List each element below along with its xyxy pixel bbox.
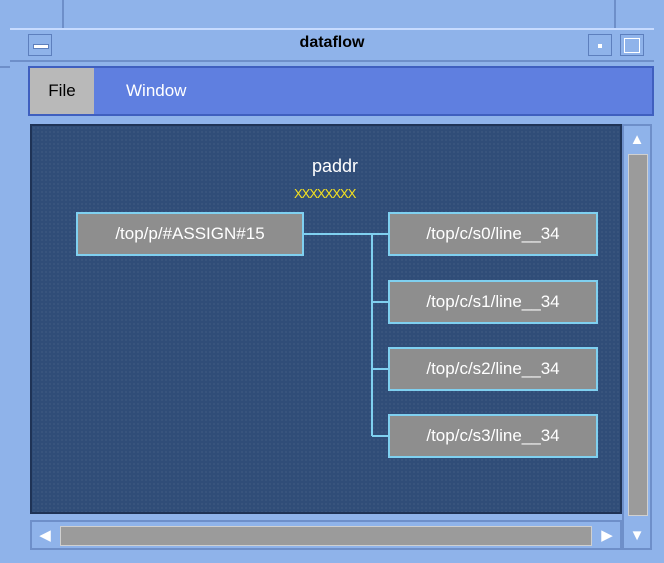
menu-bar: File Window <box>28 66 654 116</box>
frame-divider <box>614 0 616 28</box>
arrow-left-icon[interactable]: ◀ <box>32 522 58 548</box>
minimize-icon[interactable] <box>588 34 612 56</box>
maximize-icon[interactable] <box>620 34 644 56</box>
dataflow-canvas[interactable]: paddr XXXXXXXX /top/p/#ASSIGN#15 /top/c/… <box>30 124 622 514</box>
target-node-s3[interactable]: /top/c/s3/line__34 <box>388 414 598 458</box>
arrow-up-icon[interactable]: ▲ <box>624 126 650 152</box>
horizontal-scrollbar[interactable]: ◀ ▶ <box>30 520 622 550</box>
target-node-s0[interactable]: /top/c/s0/line__34 <box>388 212 598 256</box>
target-node-s2[interactable]: /top/c/s2/line__34 <box>388 347 598 391</box>
horizontal-scroll-thumb[interactable] <box>60 526 592 546</box>
menu-file[interactable]: File <box>30 68 94 114</box>
maximize-box <box>624 38 640 53</box>
source-node[interactable]: /top/p/#ASSIGN#15 <box>76 212 304 256</box>
frame-divider <box>0 66 10 68</box>
frame-divider <box>62 0 64 28</box>
arrow-down-icon[interactable]: ▼ <box>624 522 650 548</box>
vertical-scrollbar[interactable]: ▲ ▼ <box>622 124 652 550</box>
window-title: dataflow <box>299 34 365 51</box>
arrow-right-icon[interactable]: ▶ <box>594 522 620 548</box>
menu-window[interactable]: Window <box>126 68 186 114</box>
vertical-scroll-thumb[interactable] <box>628 154 648 516</box>
signal-value: XXXXXXXX <box>294 186 356 201</box>
signal-name: paddr <box>312 156 359 176</box>
minimize-dot <box>598 44 602 48</box>
target-node-s1[interactable]: /top/c/s1/line__34 <box>388 280 598 324</box>
title-bar[interactable]: dataflow <box>10 28 654 62</box>
